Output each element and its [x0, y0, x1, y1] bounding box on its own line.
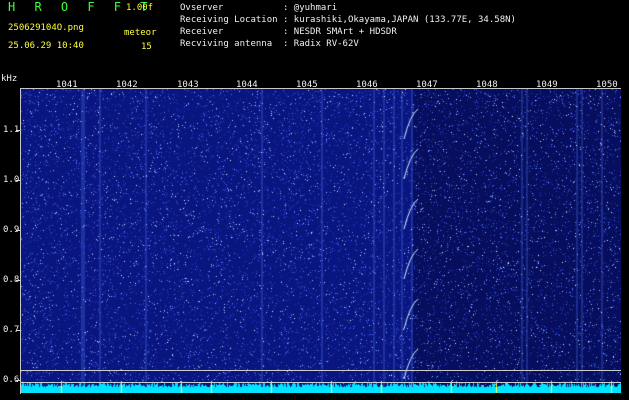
x-axis-line — [21, 88, 621, 89]
info-antenna: Recviving antenna : Radix RV-62V — [180, 39, 359, 49]
info-observer: Ovserver : @yuhmari — [180, 3, 338, 13]
meteor-count: 15 — [141, 42, 152, 52]
file-name: 250629104O.png — [8, 23, 84, 33]
header-panel: H R O F F T 1.00f 250629104O.png 25.06.2… — [0, 0, 629, 78]
reference-line-upper — [21, 370, 621, 371]
spectrogram — [21, 89, 621, 393]
y-axis-line — [20, 88, 21, 394]
info-receiver: Receiver : NESDR SMArt + HDSDR — [180, 27, 397, 37]
reference-line-lower — [21, 382, 621, 383]
info-location: Receiving Location : kurashiki,Okayama,J… — [180, 15, 516, 25]
y-axis-unit: kHz — [1, 74, 18, 84]
spectrogram-canvas — [21, 89, 621, 393]
meteor-label: meteor — [124, 28, 157, 38]
app-version: 1.00f — [126, 3, 154, 13]
capture-timestamp: 25.06.29 10:40 — [8, 41, 84, 51]
